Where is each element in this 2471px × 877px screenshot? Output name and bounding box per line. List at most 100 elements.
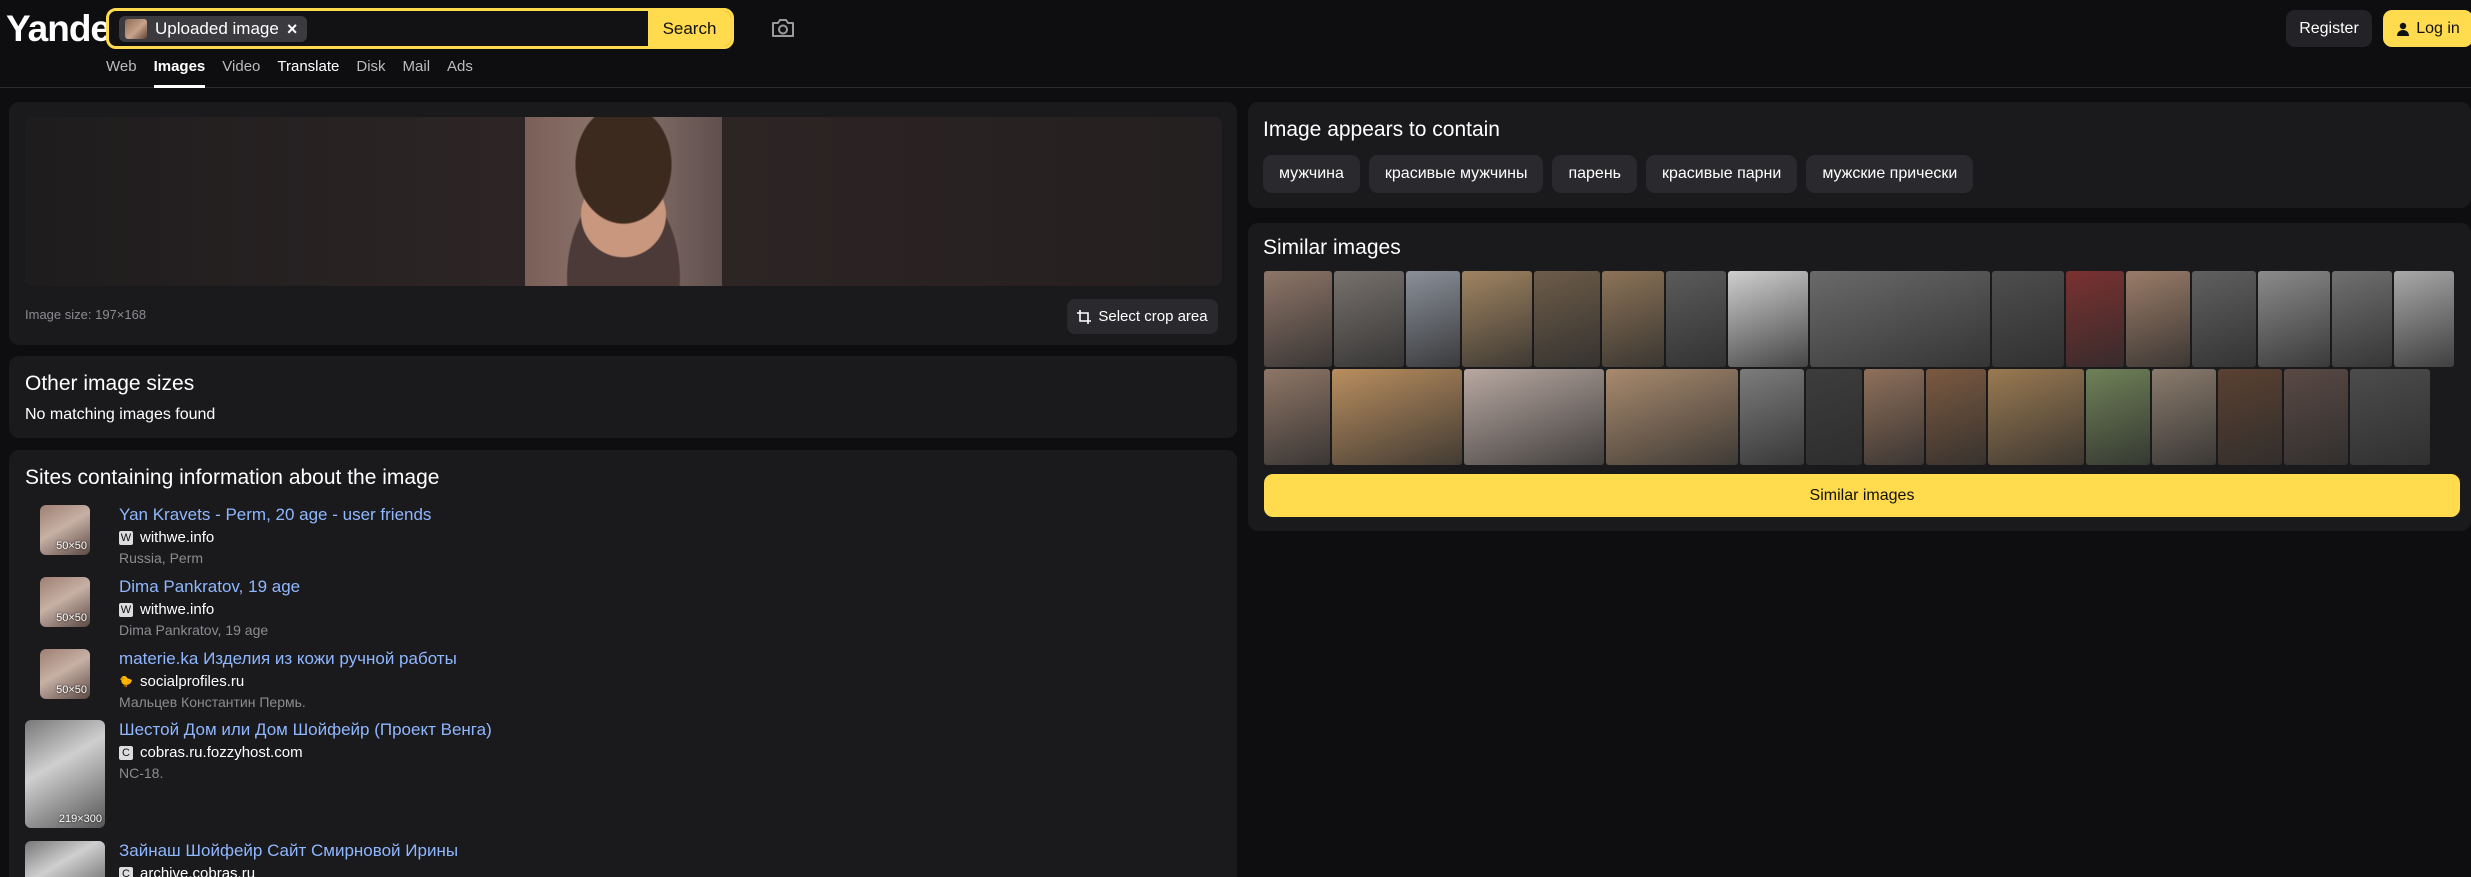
login-button[interactable]: Log in xyxy=(2383,10,2471,47)
similar-images-row xyxy=(1264,369,2430,465)
similar-image-thumbnail[interactable] xyxy=(1740,369,1804,465)
similar-image-thumbnail[interactable] xyxy=(1462,271,1532,367)
site-favicon-icon: C xyxy=(119,866,133,877)
similar-image-thumbnail[interactable] xyxy=(2192,271,2256,367)
site-thumbnail[interactable]: 50×50 xyxy=(40,577,90,627)
site-favicon-icon: W xyxy=(119,602,133,617)
camera-search-icon[interactable] xyxy=(770,16,796,40)
tab-mail[interactable]: Mail xyxy=(403,56,431,88)
uploaded-image-preview xyxy=(25,117,1222,286)
site-domain[interactable]: socialprofiles.ru xyxy=(140,673,244,690)
similar-image-thumbnail[interactable] xyxy=(1602,271,1664,367)
similar-image-thumbnail[interactable] xyxy=(2284,369,2348,465)
similar-image-thumbnail[interactable] xyxy=(2066,271,2124,367)
similar-image-thumbnail[interactable] xyxy=(1992,271,2064,367)
site-result: 219×300 Шестой Дом или Дом Шойфейр (Прое… xyxy=(25,720,492,828)
similar-image-thumbnail[interactable] xyxy=(2126,271,2190,367)
search-input[interactable] xyxy=(307,11,648,46)
tag-chip[interactable]: мужчина xyxy=(1263,155,1360,193)
tab-translate[interactable]: Translate xyxy=(277,56,339,88)
select-crop-area-label: Select crop area xyxy=(1098,308,1208,325)
yandex-image-search-page: Yandex Uploaded image × Search Register … xyxy=(0,0,2471,877)
site-domain[interactable]: cobras.ru.fozzyhost.com xyxy=(140,744,303,761)
similar-images-row xyxy=(1264,271,2454,367)
top-bar: Yandex Uploaded image × Search Register … xyxy=(0,0,2471,88)
similar-image-thumbnail[interactable] xyxy=(1264,369,1330,465)
similar-image-thumbnail[interactable] xyxy=(2350,369,2430,465)
site-title-link[interactable]: Зайнаш Шойфейр Сайт Смирновой Ирины xyxy=(119,841,458,861)
similar-image-thumbnail[interactable] xyxy=(2394,271,2454,367)
site-favicon-icon: C xyxy=(119,745,133,760)
site-result: 50×50 materie.ka Изделия из кожи ручной … xyxy=(25,649,457,710)
service-tabs: Web Images Video Translate Disk Mail Ads xyxy=(106,56,490,88)
tab-web[interactable]: Web xyxy=(106,56,137,88)
site-thumbnail[interactable]: 50×50 xyxy=(40,505,90,555)
similar-image-thumbnail[interactable] xyxy=(1988,369,2084,465)
thumbnail-size: 219×300 xyxy=(58,813,102,825)
tag-chip[interactable]: парень xyxy=(1552,155,1637,193)
select-crop-area-button[interactable]: Select crop area xyxy=(1067,299,1218,334)
similar-image-thumbnail[interactable] xyxy=(1534,271,1600,367)
site-thumbnail[interactable]: 50×50 xyxy=(40,649,90,699)
site-domain[interactable]: withwe.info xyxy=(140,601,214,618)
site-title-link[interactable]: Dima Pankratov, 19 age xyxy=(119,577,300,597)
similar-image-thumbnail[interactable] xyxy=(1810,271,1990,367)
tab-ads[interactable]: Ads xyxy=(447,56,473,88)
login-button-label: Log in xyxy=(2416,19,2460,37)
tag-chip[interactable]: мужские прически xyxy=(1806,155,1974,193)
crop-icon xyxy=(1077,309,1092,324)
similar-image-thumbnail[interactable] xyxy=(1406,271,1460,367)
site-title-link[interactable]: materie.ka Изделия из кожи ручной работы xyxy=(119,649,457,669)
tab-video[interactable]: Video xyxy=(222,56,260,88)
uploaded-image-thumbnail xyxy=(125,19,147,39)
tab-images[interactable]: Images xyxy=(153,56,206,88)
similar-image-thumbnail[interactable] xyxy=(2218,369,2282,465)
similar-image-thumbnail[interactable] xyxy=(2086,369,2150,465)
site-description: Dima Pankratov, 19 age xyxy=(119,622,269,638)
remove-image-icon[interactable]: × xyxy=(287,19,298,40)
tag-chip[interactable]: красивые парни xyxy=(1646,155,1798,193)
tag-chip[interactable]: красивые мужчины xyxy=(1368,155,1544,193)
thumbnail-size: 50×50 xyxy=(56,612,87,624)
similar-images-button[interactable]: Similar images xyxy=(1264,474,2460,517)
similar-image-thumbnail[interactable] xyxy=(1666,271,1726,367)
other-sizes-title: Other image sizes xyxy=(25,372,195,395)
site-title-link[interactable]: Yan Kravets - Perm, 20 age - user friend… xyxy=(119,505,431,525)
tag-list: мужчина красивые мужчины парень красивые… xyxy=(1263,155,1974,193)
similar-image-thumbnail[interactable] xyxy=(2332,271,2392,367)
similar-image-thumbnail[interactable] xyxy=(1728,271,1808,367)
search-button[interactable]: Search xyxy=(648,11,731,46)
site-title-link[interactable]: Шестой Дом или Дом Шойфейр (Проект Венга… xyxy=(119,720,492,740)
user-icon xyxy=(2397,22,2410,36)
site-result: Зайнаш Шойфейр Сайт Смирновой Ирины Carc… xyxy=(25,841,458,877)
site-thumbnail[interactable]: 219×300 xyxy=(25,720,105,828)
similar-image-thumbnail[interactable] xyxy=(2258,271,2330,367)
similar-image-thumbnail[interactable] xyxy=(1806,369,1862,465)
similar-image-thumbnail[interactable] xyxy=(2152,369,2216,465)
similar-image-thumbnail[interactable] xyxy=(1334,271,1404,367)
uploaded-image[interactable] xyxy=(525,117,722,286)
thumbnail-size: 50×50 xyxy=(56,684,87,696)
register-button[interactable]: Register xyxy=(2286,10,2372,47)
site-domain[interactable]: archive.cobras.ru xyxy=(140,865,255,877)
sites-title: Sites containing information about the i… xyxy=(25,466,440,489)
uploaded-image-chip-label: Uploaded image xyxy=(155,19,279,38)
site-result: 50×50 Dima Pankratov, 19 age Wwithwe.inf… xyxy=(25,577,300,638)
image-contains-title: Image appears to contain xyxy=(1263,118,1500,141)
site-thumbnail[interactable] xyxy=(25,841,105,877)
site-description: Russia, Perm xyxy=(119,550,204,566)
similar-image-thumbnail[interactable] xyxy=(1332,369,1462,465)
similar-image-thumbnail[interactable] xyxy=(1464,369,1604,465)
similar-image-thumbnail[interactable] xyxy=(1926,369,1986,465)
site-description: NC-18. xyxy=(119,765,164,781)
similar-image-thumbnail[interactable] xyxy=(1606,369,1738,465)
site-description: Мальцев Константин Пермь. xyxy=(119,694,306,710)
site-domain[interactable]: withwe.info xyxy=(140,529,214,546)
similar-image-thumbnail[interactable] xyxy=(1864,369,1924,465)
image-size-label: Image size: 197×168 xyxy=(25,307,147,322)
similar-image-thumbnail[interactable] xyxy=(1264,271,1332,367)
other-sizes-panel xyxy=(9,356,1237,438)
tab-disk[interactable]: Disk xyxy=(356,56,385,88)
site-favicon-icon: 🐤 xyxy=(119,675,133,688)
uploaded-image-chip[interactable]: Uploaded image × xyxy=(119,16,308,42)
